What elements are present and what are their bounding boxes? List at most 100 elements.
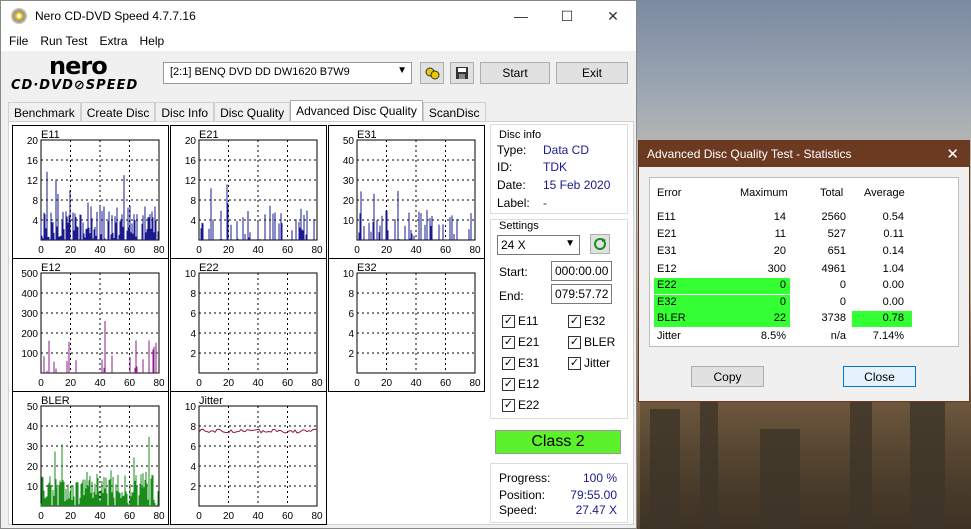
table-row: E32 0 0 0.00 (650, 295, 960, 311)
minimize-button[interactable]: — (498, 1, 544, 31)
save-button[interactable] (450, 62, 474, 84)
y-tick-label: 10 (343, 269, 355, 280)
y-tick-label: 6 (190, 309, 196, 320)
y-tick-label: 50 (343, 136, 355, 147)
x-tick-label: 60 (124, 245, 136, 256)
cell-avg: 0.78 (882, 312, 904, 324)
x-tick-label: 60 (440, 378, 452, 389)
check-icon: ✓ (502, 398, 515, 412)
refresh-button[interactable] (590, 234, 610, 254)
tab-create-disc[interactable]: Create Disc (80, 102, 156, 122)
menu-file[interactable]: File (3, 34, 34, 48)
chart-plot: 50 40 30 20 10 0 20 40 60 80 (343, 136, 481, 256)
chart-e31: E31 50 40 30 20 10 0 20 40 60 80 (328, 125, 485, 259)
checkbox-e12[interactable]: ✓ E12 (502, 377, 539, 391)
copy-button[interactable]: Copy (691, 366, 764, 387)
y-tick-label: 8 (190, 289, 196, 300)
checkbox-e31[interactable]: ✓ E31 (502, 356, 539, 370)
tab-strip: Benchmark Create Disc Disc Info Disc Qua… (8, 100, 486, 122)
dialog-title-bar[interactable]: Advanced Disc Quality Test - Statistics … (639, 141, 969, 167)
y-tick-label: 30 (27, 442, 39, 453)
chart-jitter: Jitter 10 8 6 4 2 0 20 40 60 80 (170, 391, 327, 525)
x-tick-label: 40 (252, 511, 264, 522)
y-tick-label: 2 (348, 349, 354, 360)
chart-bler: BLER 50 40 30 20 10 0 20 40 60 80 (12, 391, 169, 525)
y-tick-label: 10 (185, 402, 197, 413)
y-tick-label: 4 (32, 216, 38, 227)
tab-benchmark[interactable]: Benchmark (8, 102, 81, 122)
id-value: TDK (543, 160, 567, 174)
checkbox-e11[interactable]: ✓ E11 (502, 314, 538, 328)
y-tick-label: 20 (343, 196, 355, 207)
cell-total: 4961 (821, 263, 846, 275)
menu-run-test[interactable]: Run Test (34, 34, 93, 48)
progress-label: Progress: (499, 471, 551, 485)
x-tick-label: 40 (410, 245, 422, 256)
checkbox-e22[interactable]: ✓ E22 (502, 398, 539, 412)
x-tick-label: 80 (153, 245, 165, 256)
start-button[interactable]: Start (480, 62, 550, 84)
chart-e22: E22 10 8 6 4 2 0 20 40 60 80 (170, 258, 327, 392)
menu-extra[interactable]: Extra (93, 34, 133, 48)
y-tick-label: 20 (27, 136, 39, 147)
checkbox-jitter[interactable]: ✓ Jitter (568, 356, 610, 370)
x-tick-label: 0 (196, 245, 202, 256)
floppy-icon (456, 67, 468, 79)
chart-e12: E12 500 400 300 200 100 0 20 40 60 80 (12, 258, 169, 392)
y-tick-label: 8 (32, 196, 38, 207)
checkbox-e21[interactable]: ✓ E21 (502, 335, 539, 349)
y-tick-label: 100 (21, 349, 38, 360)
chart-e32: E32 10 8 6 4 2 0 20 40 60 80 (328, 258, 485, 392)
x-tick-label: 0 (354, 245, 360, 256)
id-label: ID: (497, 160, 513, 174)
x-tick-label: 20 (65, 245, 77, 256)
cell-max: 11 (774, 228, 786, 240)
cell-avg: 0.00 (882, 296, 904, 308)
x-tick-label: 40 (252, 245, 264, 256)
checkbox-bler[interactable]: ✓ BLER (568, 335, 615, 349)
y-tick-label: 30 (343, 176, 355, 187)
x-tick-label: 60 (282, 378, 294, 389)
x-tick-label: 20 (223, 511, 235, 522)
table-row: E12 300 4961 1.04 (650, 262, 960, 278)
x-tick-label: 0 (38, 378, 44, 389)
type-label: Type: (497, 143, 527, 157)
start-time-input[interactable]: 000:00.00 (551, 261, 612, 281)
x-tick-label: 0 (38, 511, 44, 522)
y-tick-label: 300 (21, 309, 38, 320)
y-tick-label: 4 (190, 329, 196, 340)
end-time-input[interactable]: 079:57.72 (551, 284, 612, 304)
y-tick-label: 500 (21, 269, 38, 280)
menu-help[interactable]: Help (134, 34, 171, 48)
drive-info-button[interactable] (420, 62, 444, 84)
cell-total: 0 (839, 279, 846, 291)
close-button[interactable]: Close (843, 366, 916, 387)
tab-disc-quality[interactable]: Disc Quality (214, 102, 291, 122)
x-tick-label: 0 (196, 378, 202, 389)
x-tick-label: 60 (282, 511, 294, 522)
x-tick-label: 20 (223, 245, 235, 256)
title-bar[interactable]: Nero CD-DVD Speed 4.7.7.16 — ☐ ✕ (1, 1, 636, 31)
label-value: - (543, 196, 547, 210)
y-tick-label: 4 (190, 216, 196, 227)
speed-select[interactable]: 24 X ▼ (497, 235, 580, 255)
tab-disc-info[interactable]: Disc Info (155, 102, 215, 122)
check-icon: ✓ (568, 356, 581, 370)
checkbox-e32[interactable]: ✓ E32 (568, 314, 605, 328)
progress-group: Progress: 100 % Position: 79:55.00 Speed… (490, 463, 628, 523)
maximize-button[interactable]: ☐ (544, 1, 590, 31)
drive-select[interactable]: [2:1] BENQ DVD DD DW1620 B7W9 ▼ (163, 62, 412, 84)
exit-button[interactable]: Exit (556, 62, 628, 84)
x-tick-label: 60 (282, 245, 294, 256)
tab-scandisc[interactable]: ScanDisc (422, 102, 486, 122)
cell-max: 20 (773, 245, 786, 257)
x-tick-label: 20 (381, 378, 393, 389)
tab-advanced-disc-quality[interactable]: Advanced Disc Quality (290, 100, 423, 122)
x-tick-label: 60 (124, 378, 136, 389)
cell-max: 22 (773, 312, 786, 324)
close-window-button[interactable]: ✕ (590, 1, 636, 31)
header-error: Error (657, 187, 682, 199)
menu-bar: File Run Test Extra Help (1, 31, 636, 51)
cell-error: BLER (657, 312, 686, 324)
dialog-close-icon[interactable]: ✕ (946, 145, 959, 163)
